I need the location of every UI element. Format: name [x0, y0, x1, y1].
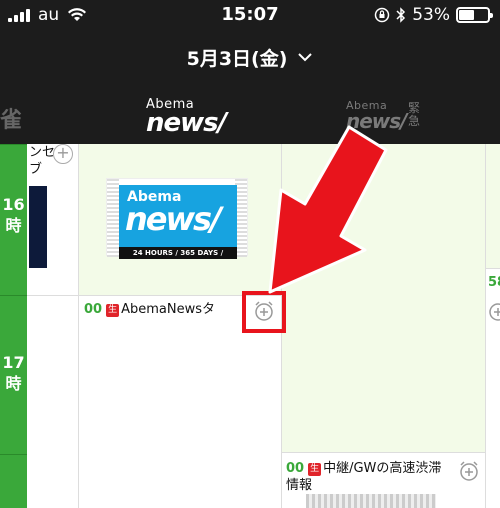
hour-16: 16 時: [2, 195, 25, 235]
date-label: 5月3日(金): [186, 47, 288, 70]
program-partial-right[interactable]: 58: [488, 274, 500, 291]
status-bar: au 15:07 53%: [0, 0, 500, 30]
bluetooth-icon: [396, 7, 406, 23]
battery-percent: 53%: [412, 5, 450, 25]
program-thumbnail: [29, 186, 47, 268]
alarm-reservation-icon[interactable]: [487, 300, 500, 322]
channel-abema-news-emergency[interactable]: Abema news/ 緊急: [346, 100, 420, 131]
rotation-lock-icon: [374, 7, 390, 23]
channel-partial-left[interactable]: 雀: [0, 102, 22, 134]
live-badge: 生: [308, 463, 322, 476]
live-badge: 生: [106, 304, 120, 317]
highlight-box: [242, 291, 286, 333]
time-column: 16 時 17 時: [0, 144, 27, 508]
channel-abema-news[interactable]: Abema news/: [146, 98, 227, 136]
empty-slot: [486, 144, 500, 268]
add-reservation-icon[interactable]: +: [53, 144, 73, 164]
program-abema-news[interactable]: 00 生 AbemaNewsタ: [84, 301, 244, 318]
program-thumbnail[interactable]: Abema news/ 24 HOURS / 365 DAYS /: [106, 178, 248, 259]
hour-17: 17 時: [2, 353, 25, 393]
empty-slot: [282, 144, 485, 452]
battery-icon: [456, 7, 493, 23]
chevron-down-icon: [298, 53, 313, 62]
date-selector[interactable]: 5月3日(金): [0, 30, 500, 84]
program-thumbnail: [306, 494, 436, 508]
program-traffic-live[interactable]: 00 生中継/GWの高速渋滞 情報: [286, 460, 456, 494]
channel-row: 雀 Abema news/ Abema news/ 緊急: [0, 84, 500, 144]
alarm-reservation-icon[interactable]: [458, 460, 480, 482]
